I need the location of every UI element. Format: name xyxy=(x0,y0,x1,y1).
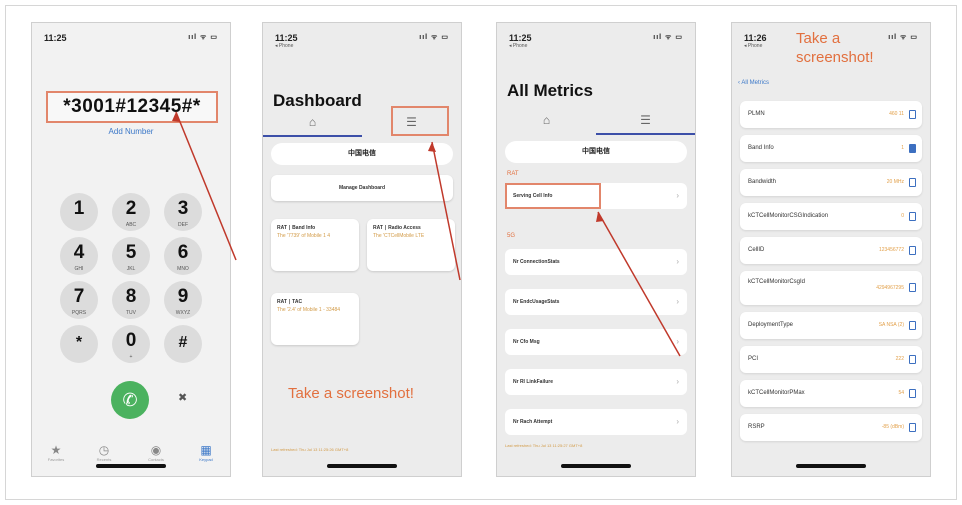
metric-name: PLMN xyxy=(748,111,765,117)
metric-value: 1 xyxy=(901,145,904,151)
metric-name: kCTCellMonitorCsgId xyxy=(748,279,806,285)
metric-row[interactable]: kCTCellMonitorPMax 54 xyxy=(740,380,922,407)
signal-icon: ııl ᯤ ▭ xyxy=(888,34,918,41)
metric-row[interactable]: Band Info 1 xyxy=(740,135,922,162)
metric-row[interactable]: DeploymentType SA NSA (2) xyxy=(740,312,922,339)
back-button[interactable]: ‹ All Metrics xyxy=(738,80,769,86)
metric-value: SA NSA (2) xyxy=(878,322,904,328)
bookmark-icon[interactable] xyxy=(909,423,916,432)
metric-row[interactable]: kCTCellMonitorCSGIndication 0 xyxy=(740,203,922,230)
metric-row[interactable]: PCI 222 xyxy=(740,346,922,373)
screenshot-line: screenshot! xyxy=(796,49,874,66)
bookmark-icon[interactable] xyxy=(909,283,916,292)
metric-value: 460 11 xyxy=(889,111,904,117)
back-to-app[interactable]: ◂ Phone xyxy=(744,43,762,49)
screenshot-instruction: Take a screenshot! xyxy=(796,29,874,67)
metric-value: 4294967295 xyxy=(876,285,904,291)
bookmark-icon[interactable] xyxy=(909,212,916,221)
metric-value: 0 xyxy=(901,213,904,219)
metric-name: Bandwidth xyxy=(748,179,777,185)
bookmark-icon[interactable] xyxy=(909,246,916,255)
arrow-line xyxy=(597,211,681,357)
metric-row[interactable]: RSRP -85 (dBm) xyxy=(740,414,922,441)
metric-name: Band Info xyxy=(748,145,774,151)
metric-name: kCTCellMonitorCSGIndication xyxy=(748,213,829,219)
metric-name: kCTCellMonitorPMax xyxy=(748,390,805,396)
bookmark-icon[interactable] xyxy=(909,389,916,398)
metric-row[interactable]: Bandwidth 20 MHz xyxy=(740,169,922,196)
bookmark-icon[interactable] xyxy=(909,110,916,119)
metric-name: CellID xyxy=(748,247,765,253)
metric-value: 20 MHz xyxy=(886,179,904,185)
metric-name: DeploymentType xyxy=(748,322,794,328)
metric-row[interactable]: CellID 123456772 xyxy=(740,237,922,264)
bookmark-icon[interactable] xyxy=(909,178,916,187)
metric-name: PCI xyxy=(748,356,759,362)
metric-value: 123456772 xyxy=(878,247,904,253)
home-indicator xyxy=(796,464,866,468)
bookmark-icon[interactable] xyxy=(909,355,916,364)
metric-value: 222 xyxy=(895,356,904,362)
metric-row[interactable]: kCTCellMonitorCsgId 4294967295 xyxy=(740,271,922,305)
metric-name: RSRP xyxy=(748,424,765,430)
phone-serving-cell-detail: 11:26 ◂ Phone ııl ᯤ ▭ ‹ All Metrics Take… xyxy=(731,22,931,477)
status-time: 11:26 xyxy=(744,33,767,43)
bookmark-icon[interactable] xyxy=(909,321,916,330)
metric-value: -85 (dBm) xyxy=(881,424,904,430)
arrow-head xyxy=(596,212,604,222)
screenshot-line: Take a xyxy=(796,30,841,47)
bookmark-filled-icon[interactable] xyxy=(909,144,916,153)
metric-value: 54 xyxy=(898,390,904,396)
metric-row[interactable]: PLMN 460 11 xyxy=(740,101,922,128)
